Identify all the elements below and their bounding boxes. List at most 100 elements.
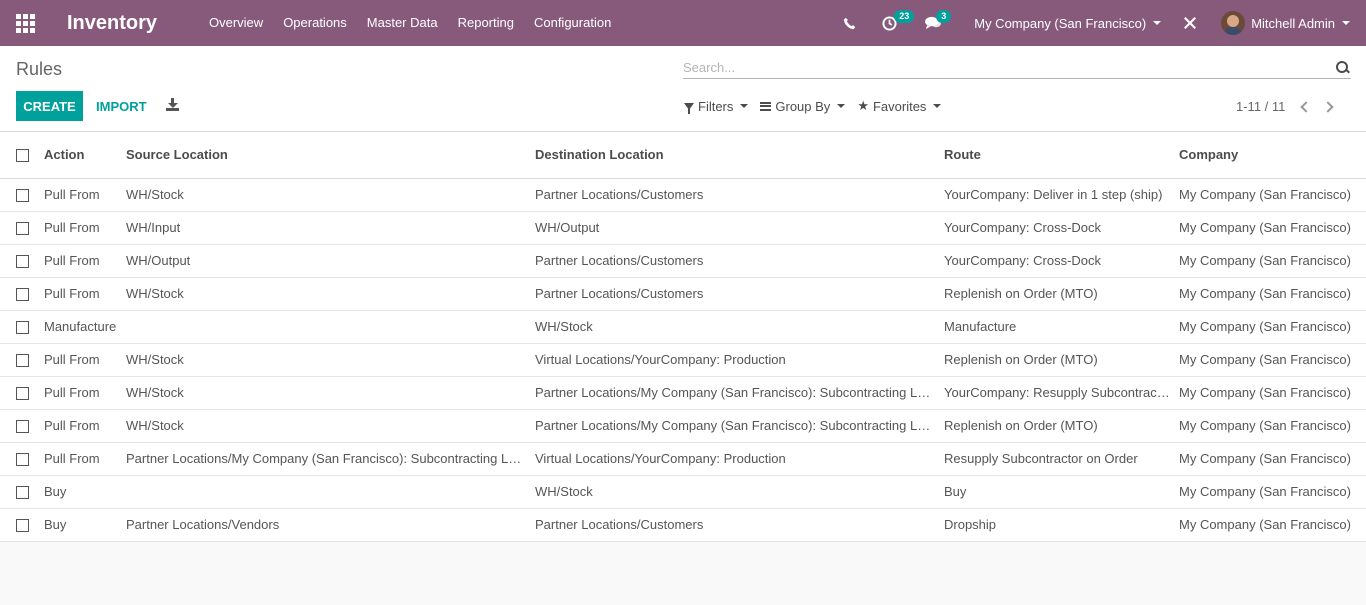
cell-action: Pull From	[44, 178, 126, 212]
column-header-company[interactable]: Company	[1179, 132, 1366, 179]
cell-route: Replenish on Order (MTO)	[944, 343, 1179, 377]
apps-menu-icon[interactable]	[0, 0, 50, 46]
cell-action: Pull From	[44, 442, 126, 476]
company-switcher[interactable]: My Company (San Francisco)	[964, 0, 1171, 46]
row-checkbox[interactable]	[16, 189, 29, 203]
star-icon: ★	[857, 98, 869, 113]
cell-action: Pull From	[44, 277, 126, 311]
row-checkbox[interactable]	[16, 453, 29, 467]
menu-operations[interactable]: Operations	[273, 0, 357, 46]
row-checkbox[interactable]	[16, 519, 29, 533]
cell-destination: Partner Locations/Customers	[535, 244, 944, 278]
cell-route: Replenish on Order (MTO)	[944, 277, 1179, 311]
row-checkbox[interactable]	[16, 486, 29, 500]
tools-icon	[1184, 17, 1197, 29]
create-button[interactable]: CREATE	[16, 91, 83, 121]
row-checkbox[interactable]	[16, 354, 29, 368]
user-menu[interactable]: Mitchell Admin	[1209, 0, 1366, 46]
cell-destination: Partner Locations/Customers	[535, 508, 944, 542]
row-checkbox[interactable]	[16, 222, 29, 236]
search-input[interactable]	[683, 60, 1335, 75]
menu-overview[interactable]: Overview	[199, 0, 273, 46]
search-options: Filters Group By ★ Favorites	[684, 98, 953, 114]
pager-value[interactable]: 1-11 / 11	[1236, 99, 1285, 114]
table-row[interactable]: Manufacture WH/Stock Manufacture My Company…	[0, 310, 1366, 344]
cell-company: My Company (San Francisco)	[1179, 211, 1366, 245]
chevron-down-icon	[837, 104, 846, 108]
cell-source: WH/Input	[126, 211, 535, 245]
company-name: My Company (San Francisco)	[974, 15, 1147, 31]
table-row[interactable]: Pull From WH/Stock Partner Locations/My Co…	[0, 409, 1366, 443]
avatar	[1221, 11, 1246, 35]
row-checkbox[interactable]	[16, 387, 29, 401]
search-icon[interactable]	[1335, 60, 1351, 76]
activities-badge: 23	[894, 10, 915, 23]
row-checkbox[interactable]	[16, 288, 29, 302]
select-all-checkbox[interactable]	[16, 149, 29, 163]
cell-action: Buy	[44, 475, 126, 509]
table-row[interactable]: Pull From WH/Input WH/Output YourCompany: C…	[0, 211, 1366, 245]
activities-button[interactable]: 23	[866, 0, 915, 46]
table-row[interactable]: Pull From WH/Stock Partner Locations/My Co…	[0, 376, 1366, 410]
cell-route: Resupply Subcontractor on Order	[944, 442, 1179, 476]
table-header: Action Source Location Destination Locat…	[0, 132, 1366, 179]
table-row[interactable]: Pull From WH/Stock Virtual Locations/YourC…	[0, 343, 1366, 377]
chevron-down-icon	[933, 104, 942, 108]
cell-company: My Company (San Francisco)	[1179, 409, 1366, 443]
menu-master-data[interactable]: Master Data	[357, 0, 448, 46]
table-row[interactable]: Pull From WH/Output Partner Locations/Cust…	[0, 244, 1366, 278]
cell-destination: WH/Stock	[535, 475, 944, 509]
favorites-button[interactable]: ★ Favorites	[857, 98, 942, 114]
table-row[interactable]: Pull From WH/Stock Partner Locations/Custo…	[0, 178, 1366, 212]
debug-button[interactable]	[1171, 0, 1209, 46]
cell-action: Pull From	[44, 211, 126, 245]
filters-button[interactable]: Filters	[684, 99, 749, 114]
cell-route: YourCompany: Cross-Dock	[944, 244, 1179, 278]
chevron-right-icon[interactable]	[1322, 100, 1335, 113]
cell-route: Dropship	[944, 508, 1179, 542]
column-header-destination[interactable]: Destination Location	[535, 132, 944, 179]
table-row[interactable]: Pull From Partner Locations/My Company (S…	[0, 442, 1366, 476]
cell-destination: WH/Output	[535, 211, 944, 245]
cell-action: Pull From	[44, 244, 126, 278]
control-panel: Rules CREATE IMPORT Filters Group By ★ F…	[0, 46, 1366, 132]
table-row[interactable]: Buy WH/Stock Buy My Company (San Francisco)	[0, 475, 1366, 509]
filter-icon	[684, 102, 694, 114]
cell-company: My Company (San Francisco)	[1179, 376, 1366, 410]
user-name: Mitchell Admin	[1251, 15, 1335, 31]
cell-action: Pull From	[44, 376, 126, 410]
cell-destination: Partner Locations/Customers	[535, 178, 944, 212]
cell-company: My Company (San Francisco)	[1179, 310, 1366, 344]
phone-button[interactable]	[833, 0, 866, 46]
rules-table: Action Source Location Destination Locat…	[0, 132, 1366, 542]
messages-button[interactable]: 3	[915, 0, 964, 46]
column-header-source[interactable]: Source Location	[126, 132, 535, 179]
row-checkbox[interactable]	[16, 321, 29, 335]
row-checkbox[interactable]	[16, 255, 29, 269]
row-checkbox[interactable]	[16, 420, 29, 434]
cell-destination: Virtual Locations/YourCompany: Productio…	[535, 442, 944, 476]
import-button[interactable]: IMPORT	[96, 99, 147, 114]
app-title[interactable]: Inventory	[67, 12, 199, 35]
group-by-button[interactable]: Group By	[760, 99, 846, 114]
table-row[interactable]: Pull From WH/Stock Partner Locations/Custo…	[0, 277, 1366, 311]
top-navbar: Inventory Overview Operations Master Dat…	[0, 0, 1366, 46]
menu-reporting[interactable]: Reporting	[448, 0, 524, 46]
cell-source: Partner Locations/Vendors	[126, 508, 535, 542]
chevron-down-icon	[1153, 21, 1162, 25]
menu-configuration[interactable]: Configuration	[524, 0, 621, 46]
cell-action: Buy	[44, 508, 126, 542]
cell-source	[126, 475, 535, 509]
download-icon[interactable]	[166, 98, 180, 112]
chevron-down-icon	[1342, 21, 1350, 25]
phone-icon	[844, 17, 856, 29]
table-row[interactable]: Buy Partner Locations/Vendors Partner Loca…	[0, 508, 1366, 542]
pager: 1-11 / 11	[1236, 99, 1335, 114]
cell-source: WH/Stock	[126, 277, 535, 311]
cell-source: WH/Stock	[126, 409, 535, 443]
chevron-left-icon[interactable]	[1300, 100, 1313, 113]
column-header-route[interactable]: Route	[944, 132, 1179, 179]
column-header-action[interactable]: Action	[44, 132, 126, 179]
cell-route: Manufacture	[944, 310, 1179, 344]
cell-company: My Company (San Francisco)	[1179, 475, 1366, 509]
